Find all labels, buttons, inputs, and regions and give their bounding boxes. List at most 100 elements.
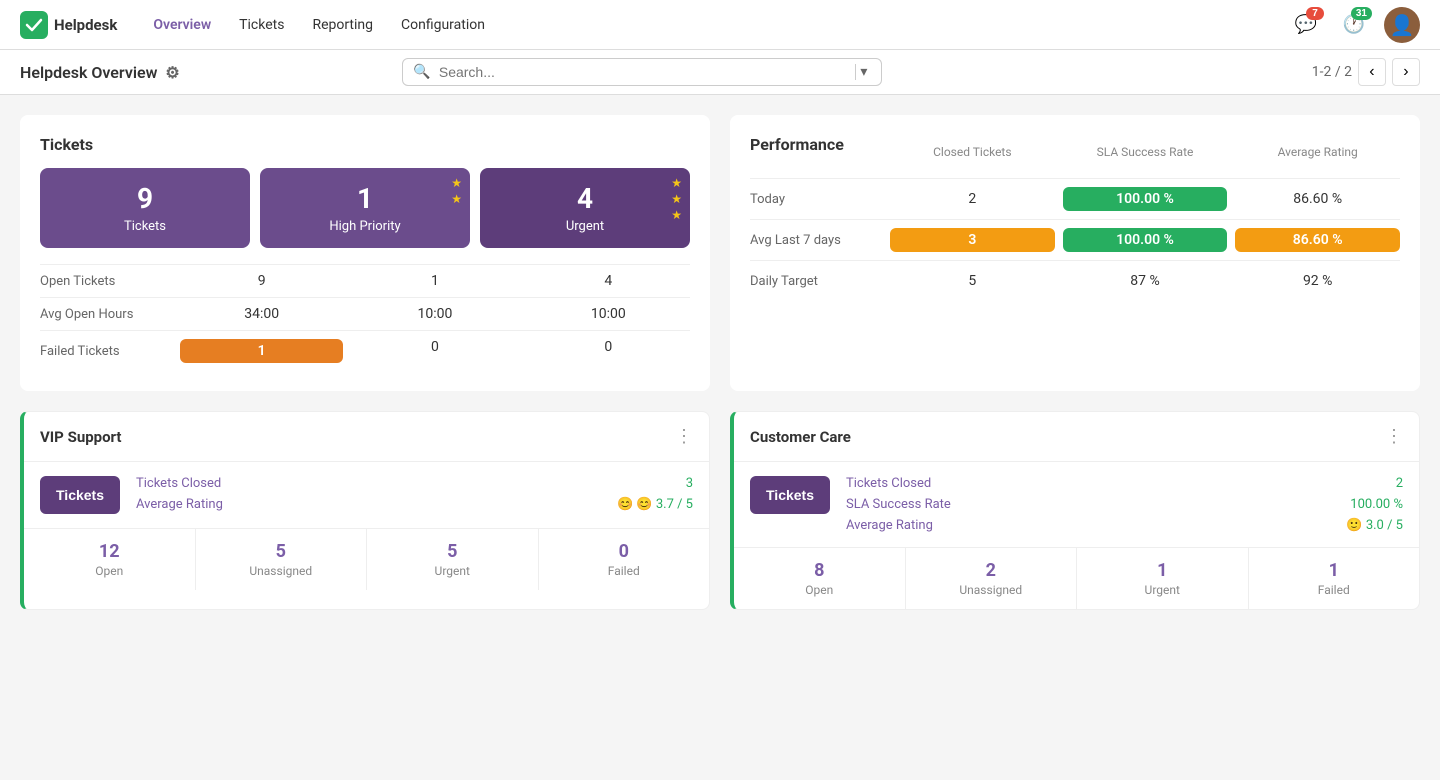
vip-avg-rating-val: 😊 😊 3.7 / 5 — [617, 497, 693, 512]
tickets-panel-label: Tickets — [40, 135, 690, 154]
clock-badge: 31 — [1351, 7, 1372, 20]
cc-failed-cell[interactable]: 1 Failed — [1249, 548, 1420, 609]
nav-links: Overview Tickets Reporting Configuration — [141, 11, 497, 39]
vip-failed-num: 0 — [545, 541, 704, 562]
search-icon: 🔍 — [413, 64, 430, 80]
chat-button[interactable]: 💬 7 — [1288, 7, 1324, 43]
pagination-prev[interactable]: ‹ — [1358, 58, 1386, 86]
tickets-panel: Tickets 9 Tickets ★ ★ 1 High Priority — [20, 115, 710, 391]
open-tickets-row: Open Tickets 9 1 4 — [40, 264, 690, 297]
perf-today-row: Today 2 100.00 % 86.60 % — [750, 178, 1400, 219]
star-icon-5: ★ — [671, 208, 682, 222]
chat-badge: 7 — [1306, 7, 1324, 20]
perf-today-rating: 86.60 % — [1235, 187, 1400, 211]
ticket-card-urgent[interactable]: ★ ★ ★ 4 Urgent — [480, 168, 690, 248]
high-priority-stars: ★ ★ — [451, 176, 462, 206]
ticket-card-all-label: Tickets — [58, 219, 232, 234]
perf-avg7-sla: 100.00 % — [1063, 228, 1228, 252]
cc-sla-link[interactable]: SLA Success Rate — [846, 497, 951, 512]
failed-tickets-all[interactable]: 1 — [180, 339, 343, 363]
nav-tickets[interactable]: Tickets — [227, 11, 296, 39]
failed-tickets-cells: 1 0 0 — [180, 339, 690, 363]
cc-tickets-closed-val: 2 — [1396, 476, 1403, 491]
cc-open-cell[interactable]: 8 Open — [734, 548, 906, 609]
cc-sla-val: 100.00 % — [1350, 497, 1403, 512]
cc-tickets-closed-link[interactable]: Tickets Closed — [846, 476, 931, 491]
vip-team-stats: Tickets Closed 3 Average Rating 😊 😊 3.7 … — [136, 476, 693, 514]
perf-avg7-row: Avg Last 7 days 3 100.00 % 86.60 % — [750, 219, 1400, 260]
perf-daily-label: Daily Target — [750, 274, 890, 289]
perf-avg7-rating: 86.60 % — [1235, 228, 1400, 252]
avg-hours-hp: 10:00 — [353, 306, 516, 322]
vip-unassigned-label: Unassigned — [202, 564, 361, 578]
vip-tickets-closed-link[interactable]: Tickets Closed — [136, 476, 221, 491]
avg-open-hours-cells: 34:00 10:00 10:00 — [180, 306, 690, 322]
perf-daily-sla: 87 % — [1063, 269, 1228, 293]
cc-urgent-cell[interactable]: 1 Urgent — [1077, 548, 1249, 609]
team-cards-row: VIP Support ⋮ Tickets Tickets Closed 3 A… — [20, 411, 1420, 610]
search-input[interactable] — [439, 64, 844, 80]
failed-tickets-row: Failed Tickets 1 0 0 — [40, 330, 690, 371]
pagination: 1-2 / 2 ‹ › — [1312, 58, 1420, 86]
failed-tickets-urgent: 0 — [527, 339, 690, 363]
cc-card-header: Customer Care ⋮ — [734, 412, 1419, 462]
cc-open-num: 8 — [740, 560, 899, 581]
team-card-customer-care: Customer Care ⋮ Tickets Tickets Closed 2… — [730, 411, 1420, 610]
ticket-card-all[interactable]: 9 Tickets — [40, 168, 250, 248]
ticket-card-urgent-label: Urgent — [498, 219, 672, 234]
vip-urgent-num: 5 — [373, 541, 532, 562]
cc-urgent-label: Urgent — [1083, 583, 1242, 597]
vip-card-title: VIP Support — [40, 428, 122, 446]
search-box: 🔍 ▾ — [402, 58, 882, 86]
ticket-card-high-priority[interactable]: ★ ★ 1 High Priority — [260, 168, 470, 248]
cc-card-title: Customer Care — [750, 428, 851, 446]
vip-stat-rating: Average Rating 😊 😊 3.7 / 5 — [136, 497, 693, 512]
top-navigation: Helpdesk Overview Tickets Reporting Conf… — [0, 0, 1440, 50]
nav-overview[interactable]: Overview — [141, 11, 223, 39]
perf-daily-cells: 5 87 % 92 % — [890, 269, 1400, 293]
nav-configuration[interactable]: Configuration — [389, 11, 497, 39]
vip-tickets-button[interactable]: Tickets — [40, 476, 120, 514]
cc-card-body: Tickets Tickets Closed 2 SLA Success Rat… — [734, 462, 1419, 547]
search-dropdown-icon[interactable]: ▾ — [855, 64, 871, 80]
open-tickets-label: Open Tickets — [40, 274, 180, 289]
vip-open-cell[interactable]: 12 Open — [24, 529, 196, 590]
cc-unassigned-cell[interactable]: 2 Unassigned — [906, 548, 1078, 609]
open-tickets-cells: 9 1 4 — [180, 273, 690, 289]
cc-urgent-num: 1 — [1083, 560, 1242, 581]
app-logo[interactable]: Helpdesk — [20, 11, 117, 39]
cc-tickets-button[interactable]: Tickets — [750, 476, 830, 514]
cc-avg-rating-link[interactable]: Average Rating — [846, 518, 933, 533]
avg-open-hours-label: Avg Open Hours — [40, 307, 180, 322]
vip-failed-cell[interactable]: 0 Failed — [539, 529, 710, 590]
vip-urgent-label: Urgent — [373, 564, 532, 578]
cc-open-label: Open — [740, 583, 899, 597]
vip-urgent-cell[interactable]: 5 Urgent — [367, 529, 539, 590]
team-card-vip: VIP Support ⋮ Tickets Tickets Closed 3 A… — [20, 411, 710, 610]
performance-panel: Performance Closed Tickets SLA Success R… — [730, 115, 1420, 391]
page-title: Helpdesk Overview — [20, 63, 157, 82]
cc-unassigned-num: 2 — [912, 560, 1071, 581]
cc-kebab-menu[interactable]: ⋮ — [1385, 426, 1403, 447]
settings-gear-icon[interactable]: ⚙ — [165, 63, 179, 82]
cc-failed-num: 1 — [1255, 560, 1414, 581]
cc-avg-rating-val: 🙂 3.0 / 5 — [1346, 518, 1403, 533]
top-nav-right: 💬 7 🕐 31 👤 — [1288, 7, 1420, 43]
ticket-card-urgent-num: 4 — [498, 182, 672, 215]
cc-stat-rating: Average Rating 🙂 3.0 / 5 — [846, 518, 1403, 533]
pagination-label: 1-2 / 2 — [1312, 64, 1352, 80]
avg-open-hours-row: Avg Open Hours 34:00 10:00 10:00 — [40, 297, 690, 330]
pagination-next[interactable]: › — [1392, 58, 1420, 86]
open-tickets-hp: 1 — [353, 273, 516, 289]
perf-avg7-label: Avg Last 7 days — [750, 233, 890, 248]
nav-reporting[interactable]: Reporting — [300, 11, 385, 39]
vip-kebab-menu[interactable]: ⋮ — [675, 426, 693, 447]
perf-avg7-cells: 3 100.00 % 86.60 % — [890, 228, 1400, 252]
vip-unassigned-cell[interactable]: 5 Unassigned — [196, 529, 368, 590]
star-icon-4: ★ — [671, 192, 682, 206]
clock-button[interactable]: 🕐 31 — [1336, 7, 1372, 43]
vip-card-header: VIP Support ⋮ — [24, 412, 709, 462]
cc-bottom-stats: 8 Open 2 Unassigned 1 Urgent 1 Failed — [734, 547, 1419, 609]
vip-avg-rating-link[interactable]: Average Rating — [136, 497, 223, 512]
user-avatar[interactable]: 👤 — [1384, 7, 1420, 43]
